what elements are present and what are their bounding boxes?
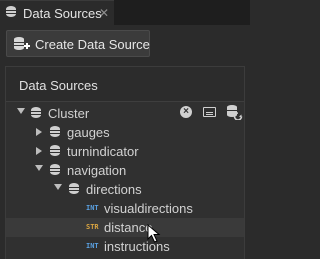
add-database-icon bbox=[13, 36, 31, 57]
tree-item-turnindicator[interactable]: turnindicator bbox=[6, 142, 244, 161]
tab-title: Data Sources bbox=[23, 6, 102, 21]
database-icon bbox=[50, 164, 60, 175]
clear-icon[interactable]: × bbox=[180, 106, 192, 118]
tree-item-label: navigation bbox=[67, 163, 127, 178]
tab-data-sources[interactable]: Data Sources ✕ bbox=[0, 0, 114, 25]
panel-title: Data Sources bbox=[19, 78, 98, 93]
expand-arrow-icon[interactable] bbox=[36, 147, 42, 155]
tree-item-directions[interactable]: directions bbox=[6, 180, 244, 199]
tab-strip: Data Sources ✕ bbox=[0, 0, 250, 25]
tree-item-distance[interactable]: STR distance bbox=[6, 218, 244, 237]
create-data-source-button[interactable]: Create Data Source bbox=[6, 30, 150, 57]
card-icon[interactable] bbox=[203, 107, 216, 117]
tree-item-label: directions bbox=[86, 182, 142, 197]
tree-item-visualdirections[interactable]: INT visualdirections bbox=[6, 199, 244, 218]
database-icon bbox=[50, 126, 60, 137]
expand-arrow-icon[interactable] bbox=[17, 108, 25, 114]
tree-item-instructions[interactable]: INT instructions bbox=[6, 237, 244, 256]
expand-arrow-icon[interactable] bbox=[35, 165, 43, 171]
mouse-cursor-icon bbox=[147, 223, 161, 249]
database-icon bbox=[50, 145, 60, 156]
int-type-icon: INT bbox=[86, 242, 99, 250]
database-icon bbox=[6, 6, 16, 17]
tree-item-label: gauges bbox=[67, 125, 110, 140]
tree-item-label: Cluster bbox=[48, 106, 90, 121]
int-type-icon: INT bbox=[86, 204, 99, 212]
create-data-source-label: Create Data Source bbox=[35, 37, 150, 52]
refresh-database-icon[interactable] bbox=[226, 104, 244, 125]
database-icon bbox=[31, 107, 41, 118]
expand-arrow-icon[interactable] bbox=[36, 128, 42, 136]
tree-item-gauges[interactable]: gauges bbox=[6, 123, 244, 142]
tree-item-label: turnindicator bbox=[67, 144, 139, 159]
tree-item-navigation[interactable]: navigation bbox=[6, 161, 244, 180]
str-type-icon: STR bbox=[86, 223, 99, 231]
database-icon bbox=[69, 183, 79, 194]
close-icon[interactable]: ✕ bbox=[99, 6, 109, 20]
panel-header: Data Sources bbox=[6, 67, 244, 102]
expand-arrow-icon[interactable] bbox=[54, 184, 62, 190]
tree-item-label: visualdirections bbox=[104, 201, 193, 216]
tree-item-label: distance bbox=[104, 220, 153, 235]
